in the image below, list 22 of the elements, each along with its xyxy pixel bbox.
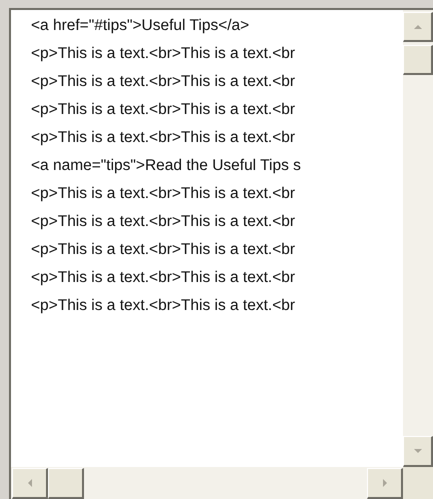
code-line: <a href="#tips">Useful Tips</a> <box>31 16 250 36</box>
code-line: <p>This is a text.<br>This is a text.<br <box>31 100 296 120</box>
scroll-left-button[interactable] <box>12 468 48 499</box>
down-arrow-icon <box>412 446 422 456</box>
code-line: <p>This is a text.<br>This is a text.<br <box>31 184 296 204</box>
scroll-up-button[interactable] <box>403 12 433 42</box>
code-line: <p>This is a text.<br>This is a text.<br <box>31 240 296 260</box>
code-line: <p>This is a text.<br>This is a text.<br <box>31 296 296 316</box>
vertical-scrollbar[interactable] <box>403 10 433 467</box>
code-line: <a name="tips">Read the Useful Tips s <box>31 156 301 176</box>
horizontal-scrollbar[interactable] <box>11 467 403 499</box>
code-line: <p>This is a text.<br>This is a text.<br <box>31 128 296 148</box>
code-line: <p>This is a text.<br>This is a text.<br <box>31 212 296 232</box>
scrollbar-corner <box>403 467 433 499</box>
code-line: <p>This is a text.<br>This is a text.<br <box>31 72 296 92</box>
scroll-down-button[interactable] <box>403 436 433 467</box>
scroll-right-button[interactable] <box>367 468 403 499</box>
scroll-thumb[interactable] <box>403 45 433 75</box>
text-area[interactable] <box>9 8 433 499</box>
code-line: <p>This is a text.<br>This is a text.<br <box>31 44 296 64</box>
code-line: <p>This is a text.<br>This is a text.<br <box>31 268 296 288</box>
scroll-thumb[interactable] <box>48 468 84 499</box>
